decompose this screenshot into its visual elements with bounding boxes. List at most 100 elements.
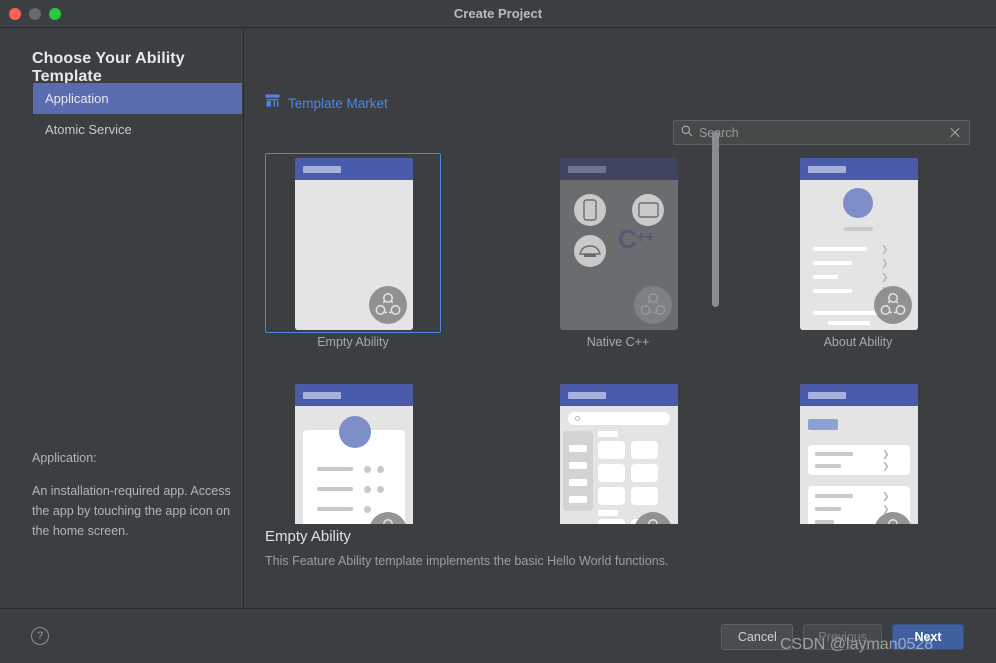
harmony-badge-icon [874,512,912,524]
mock-row [317,487,353,491]
mock-row [815,494,853,498]
previous-button: Previous [803,624,882,650]
harmony-badge-icon [369,512,407,524]
mock-row [828,321,870,325]
chevron-right-icon: ❯ [882,461,890,471]
create-project-dialog: Create Project Choose Your Ability Templ… [0,0,996,663]
template-thumbnail-empty [295,158,413,330]
mock-row [569,445,587,452]
mock-header [295,384,413,406]
description-title: Application: [32,451,97,465]
mock-row [815,464,841,468]
svg-text:++: ++ [636,229,655,246]
mock-dot [364,466,371,473]
template-card-frame [265,153,441,333]
template-market-label: Template Market [288,96,388,111]
mock-row [815,520,834,524]
mock-tile [631,487,658,505]
template-card-frame [265,379,441,524]
template-card-label: Native C++ [586,335,650,349]
window-title: Create Project [453,6,543,21]
mock-card [808,445,910,475]
selected-template-info: Empty Ability This Feature Ability templ… [265,528,965,568]
page-title: Choose Your Ability Template [32,50,185,85]
cancel-button[interactable]: Cancel [721,624,794,650]
template-card-frame: C ++ [530,153,706,333]
mock-row [569,479,587,486]
ability-type-panel: Choose Your Ability Template Application… [0,28,244,608]
selected-template-name: Empty Ability [265,528,351,545]
template-card-frame: ❯ ❯ ❯ ❯ [770,153,946,333]
mock-title-pill [303,392,341,399]
template-card-label: Empty Ability [317,335,389,349]
search-icon [575,416,580,421]
mock-avatar [339,416,371,448]
mock-row [317,507,353,511]
next-button[interactable]: Next [892,624,964,650]
template-card-frame: ❯ ❯ ❯ ❯ [770,379,946,524]
ability-type-description: Application: An installation-required ap… [32,448,232,541]
mock-row [569,496,587,503]
template-market-link[interactable]: Template Market [265,94,388,113]
template-card-native-cpp[interactable]: C ++ Native C++ [530,153,706,353]
harmony-badge-icon [369,286,407,324]
mock-label [598,431,618,437]
template-thumbnail-native: C ++ [560,158,678,330]
mock-heading [808,419,838,430]
chevron-right-icon: ❯ [882,449,890,459]
template-panel: Template Market Search Empty Ability C +… [245,28,996,608]
harmony-badge-icon [634,286,672,324]
template-card-row2-3[interactable]: ❯ ❯ ❯ ❯ [770,379,946,524]
chevron-right-icon: ❯ [882,491,890,501]
mock-tile [598,464,625,482]
chevron-right-icon: ❯ [881,258,889,268]
mock-tile [631,441,658,459]
mock-dot [377,466,384,473]
mock-tile [598,487,625,505]
template-thumbnail-settings: ❯ ❯ ❯ ❯ [800,384,918,524]
mock-header [560,158,678,180]
mock-header [560,384,678,406]
template-card-row2-1[interactable] [265,379,441,524]
mock-title-pill [808,392,846,399]
type-item-application[interactable]: Application [33,83,242,114]
mock-tile [598,441,625,459]
mock-searchbar [568,412,670,425]
mock-row [815,507,841,511]
mock-row [813,289,852,293]
template-thumbnail-catalog [560,384,678,524]
selected-template-description: This Feature Ability template implements… [265,554,669,568]
mock-header [800,384,918,406]
dialog-footer: ? Cancel Previous Next [0,608,996,663]
help-icon[interactable]: ? [31,627,49,645]
harmony-badge-icon [874,286,912,324]
template-thumbnail-about: ❯ ❯ ❯ ❯ [800,158,918,330]
mock-row [569,462,587,469]
mock-row [317,467,353,471]
chevron-right-icon: ❯ [881,244,889,254]
template-card-empty-ability[interactable]: Empty Ability [265,153,441,353]
mock-row [813,247,867,251]
footer-buttons: Cancel Previous Next [721,624,964,650]
shop-icon [265,94,280,113]
title-bar: Create Project [0,0,996,28]
template-card-frame [530,379,706,524]
mock-dot [364,486,371,493]
mock-body: ❯ ❯ ❯ ❯ [800,406,918,524]
template-card-about-ability[interactable]: ❯ ❯ ❯ ❯ [770,153,946,353]
mock-tile [631,464,658,482]
mock-title-pill [568,392,606,399]
mock-title-pill [303,166,341,173]
description-body: An installation-required app. Access the… [32,484,231,538]
mock-header [800,158,918,180]
ability-type-list: Application Atomic Service [33,83,242,145]
harmony-badge-icon [634,512,672,524]
mock-title-pill [568,166,606,173]
template-grid-scrollbar[interactable] [712,131,719,307]
mock-line [844,227,873,231]
type-item-atomic-service[interactable]: Atomic Service [33,114,242,145]
mock-label [598,510,618,516]
mock-tile [598,519,625,524]
template-card-label: About Ability [823,335,893,349]
template-card-row2-2[interactable] [530,379,706,524]
